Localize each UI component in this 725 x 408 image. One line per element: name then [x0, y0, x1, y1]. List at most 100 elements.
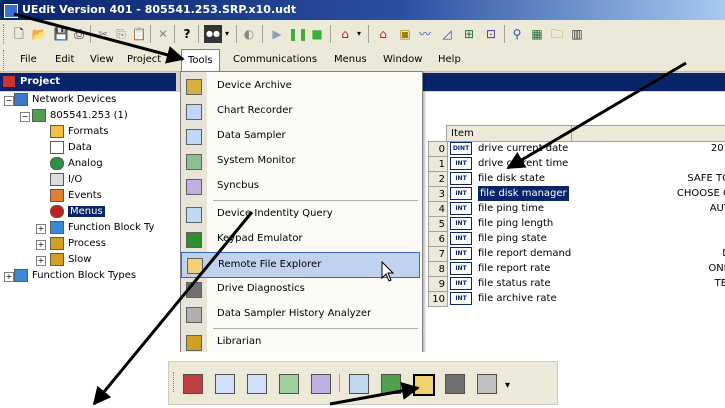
- tree-node-slow[interactable]: Slow: [50, 252, 91, 268]
- menu-item-chart-recorder[interactable]: Chart Recorder: [181, 99, 420, 123]
- tree-node-io[interactable]: I/O: [50, 172, 82, 188]
- play-icon[interactable]: ▶: [268, 25, 286, 43]
- menu-item-librarian[interactable]: Librarian: [181, 330, 420, 352]
- menu-item-data-sampler[interactable]: Data Sampler: [181, 124, 420, 148]
- menubar-grip[interactable]: [3, 50, 7, 70]
- zoomed-toolbar-strip: ▾: [168, 361, 558, 405]
- paste-icon[interactable]: 📋: [130, 25, 148, 43]
- menu-item-keypad-emulator[interactable]: Keypad Emulator: [181, 227, 420, 251]
- drive-diagnostics-icon[interactable]: ▥: [568, 25, 586, 43]
- network-dropdown-icon[interactable]: ▾: [354, 25, 364, 43]
- type-badge: INT: [450, 262, 472, 275]
- chart-recorder-icon[interactable]: 〰: [416, 25, 434, 43]
- syncbus-icon[interactable]: ⊡: [482, 25, 500, 43]
- strip-overflow-icon: ▾: [505, 380, 511, 391]
- type-badge: DINT: [450, 142, 472, 155]
- stop-icon[interactable]: ■: [308, 25, 326, 43]
- menu-item-drive-diagnostics[interactable]: Drive Diagnostics: [181, 277, 420, 301]
- menu-edit[interactable]: Edit: [55, 49, 74, 71]
- connect-dropdown-icon[interactable]: ▾: [222, 25, 232, 43]
- row-index: 3: [428, 186, 448, 202]
- new-icon[interactable]: 🗋: [10, 25, 28, 43]
- tree-node-data[interactable]: Data: [50, 140, 92, 156]
- expand-icon[interactable]: +: [36, 240, 46, 250]
- item-value: ONE: [708, 263, 725, 274]
- menu-item-syncbus[interactable]: Syncbus: [181, 174, 420, 198]
- menu-item-system-monitor[interactable]: System Monitor: [181, 149, 420, 173]
- collapse-icon[interactable]: −: [4, 96, 14, 106]
- network-icon: [183, 374, 203, 394]
- help-icon[interactable]: ?: [178, 25, 196, 43]
- tree-node-process[interactable]: Process: [50, 236, 106, 252]
- tree-node-function-block-ty[interactable]: Function Block Ty: [50, 220, 154, 236]
- menus-icon: [50, 204, 64, 218]
- copy-icon[interactable]: ⎘: [112, 25, 130, 43]
- menu-tools[interactable]: Tools: [181, 49, 220, 71]
- data-sampler-icon[interactable]: ◿: [438, 25, 456, 43]
- delete-icon[interactable]: ✕: [154, 25, 172, 43]
- tree-node-device[interactable]: 805541.253 (1): [32, 108, 128, 124]
- menu-item-label: Remote File Explorer: [218, 259, 322, 270]
- tree-node-events[interactable]: Events: [50, 188, 102, 204]
- expand-icon[interactable]: +: [4, 272, 14, 282]
- expand-icon[interactable]: +: [36, 256, 46, 266]
- monitor-icon[interactable]: ◐: [240, 25, 258, 43]
- menu-menus[interactable]: Menus: [334, 49, 367, 71]
- item-value: TEI: [714, 278, 725, 289]
- menu-project[interactable]: Project: [127, 49, 161, 71]
- save-icon[interactable]: 💾: [52, 25, 70, 43]
- system-monitor-icon[interactable]: ⊞: [460, 25, 478, 43]
- cut-icon[interactable]: ✂: [94, 25, 112, 43]
- menu-window[interactable]: Window: [383, 49, 422, 71]
- type-badge: INT: [450, 187, 472, 200]
- drive-diagnostics-icon: [445, 374, 465, 394]
- collapse-icon[interactable]: −: [20, 112, 30, 122]
- tree-node-menus[interactable]: Menus: [50, 204, 105, 220]
- tree-node-analog[interactable]: Analog: [50, 156, 103, 172]
- item-column-header[interactable]: Item: [446, 125, 572, 142]
- device-archive-icon[interactable]: ▣: [396, 25, 414, 43]
- value-column-header[interactable]: [571, 125, 725, 142]
- open-icon[interactable]: 📂: [30, 25, 48, 43]
- menu-view[interactable]: View: [90, 49, 114, 71]
- menu-item-device-indentity-query[interactable]: Device Indentity Query: [181, 202, 420, 226]
- tree-node-label: 805541.253 (1): [50, 110, 128, 121]
- connect-icon[interactable]: ●●: [204, 25, 222, 43]
- toolbar-separator: [262, 25, 263, 43]
- type-badge: INT: [450, 172, 472, 185]
- network-icon[interactable]: ⌂: [374, 25, 392, 43]
- expand-icon[interactable]: +: [36, 224, 46, 234]
- menu-file[interactable]: File: [20, 49, 37, 71]
- slow-icon: [50, 252, 64, 266]
- toolbar-grip[interactable]: [3, 24, 7, 44]
- menu-item-data-sampler-history-analyzer[interactable]: Data Sampler History Analyzer: [181, 302, 420, 326]
- data-sampler-icon: [247, 374, 267, 394]
- type-badge: INT: [450, 277, 472, 290]
- toolbar-separator: [174, 25, 175, 43]
- network-icon[interactable]: ⌂: [336, 25, 354, 43]
- function-block-icon: [50, 220, 64, 234]
- menu-help[interactable]: Help: [438, 49, 461, 71]
- pause-icon[interactable]: ❚❚: [288, 25, 308, 43]
- tree-node-formats[interactable]: Formats: [50, 124, 108, 140]
- keypad-emulator-icon[interactable]: ▦: [528, 25, 546, 43]
- history-analyzer-icon: [186, 307, 202, 323]
- history-analyzer-icon: [477, 374, 497, 394]
- menu-item-device-archive[interactable]: Device Archive: [181, 74, 420, 98]
- tree-node-function-block-types[interactable]: Function Block Types: [14, 268, 136, 284]
- toolbar-separator: [198, 25, 199, 43]
- print-icon[interactable]: ⎙: [70, 25, 88, 43]
- device-identity-query-icon[interactable]: ⚲: [508, 25, 526, 43]
- network-icon: [14, 92, 28, 106]
- menu-item-remote-file-explorer[interactable]: Remote File Explorer: [181, 252, 420, 278]
- row-index: 4: [428, 201, 448, 217]
- data-sampler-icon: [186, 129, 202, 145]
- menu-item-label: System Monitor: [217, 155, 296, 166]
- menu-communications[interactable]: Communications: [233, 49, 317, 71]
- system-monitor-icon: [186, 154, 202, 170]
- app-icon: [4, 4, 18, 18]
- remote-file-explorer-icon[interactable]: 🗀: [548, 25, 566, 43]
- tree-node-network-devices[interactable]: Network Devices: [14, 92, 116, 108]
- type-badge: INT: [450, 247, 472, 260]
- application-window: UEdit Version 401 - 805541.253.SRP.x10.u…: [0, 0, 725, 352]
